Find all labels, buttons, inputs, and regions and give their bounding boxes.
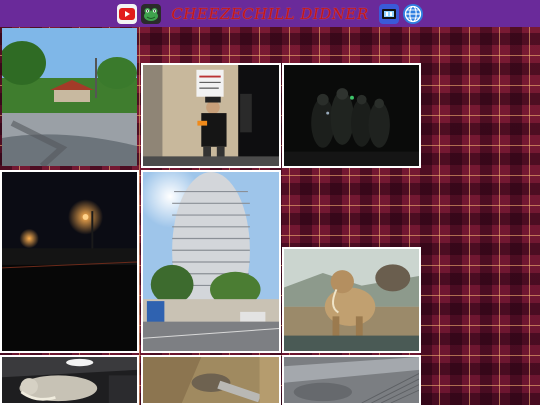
rock-closeup-photo[interactable] xyxy=(141,355,281,405)
night-sign-person-photo[interactable] xyxy=(141,63,281,168)
tv-icon[interactable] xyxy=(378,3,399,24)
mammoth-diorama-photo[interactable] xyxy=(282,247,421,353)
youtube-icon[interactable] xyxy=(117,3,138,24)
site-title[interactable]: CHEEZECHILL DIDNER xyxy=(171,5,368,23)
dark-figures-photo[interactable] xyxy=(282,63,421,168)
globe-icon[interactable] xyxy=(402,3,423,24)
metal-surface-photo[interactable] xyxy=(282,355,421,405)
frog-icon[interactable] xyxy=(141,3,162,24)
top-bar: CHEEZECHILL DIDNER xyxy=(0,0,540,27)
mammoth-skeleton-photo[interactable] xyxy=(0,355,139,405)
park-gazebo-photo[interactable] xyxy=(2,28,137,166)
night-street-photo[interactable] xyxy=(0,170,139,353)
round-tower-photo[interactable] xyxy=(141,170,281,353)
